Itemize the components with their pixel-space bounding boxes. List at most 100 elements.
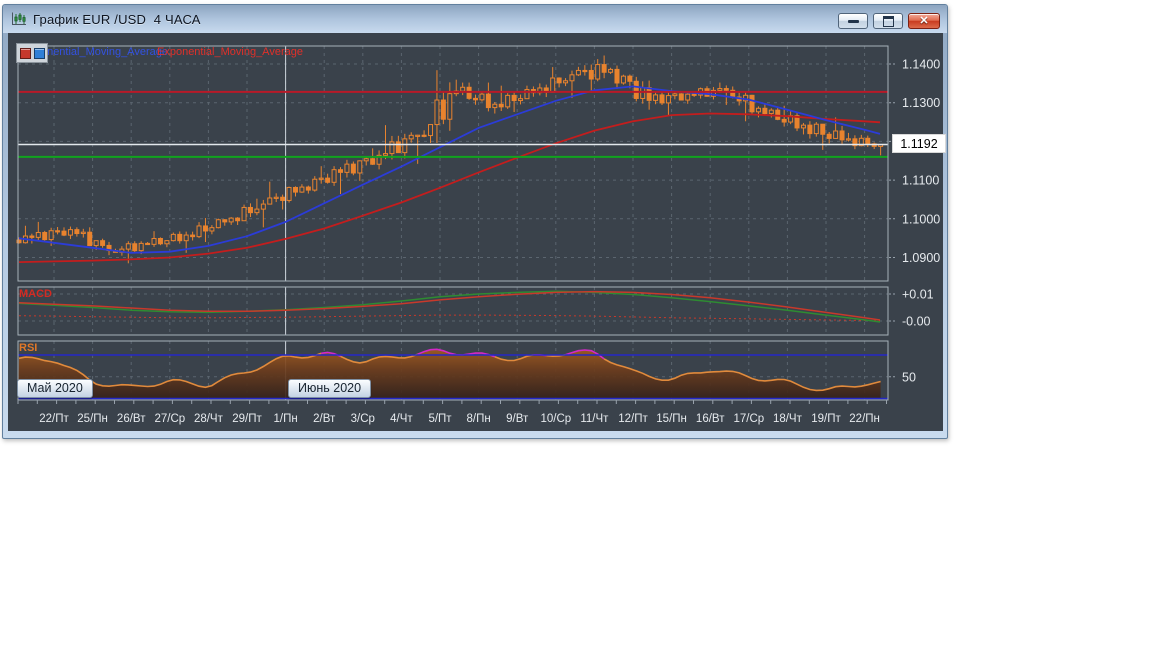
candle-body — [415, 134, 421, 137]
candle-body — [755, 107, 761, 113]
chart-window: График EUR /USD 4 ЧАСА ✕ 1.1400 1.1300 1.1… — [2, 4, 948, 439]
x-axis-label: 5/Пт — [428, 413, 452, 425]
candle-body — [164, 240, 170, 245]
chart-canvas[interactable]: 1.1400 1.1300 1.1100 1.1000 1.0900 +0.01 -0.00… — [8, 33, 943, 431]
x-axis-label: 25/Пн — [77, 413, 108, 425]
candle-body — [672, 93, 678, 97]
candle-body — [344, 163, 350, 173]
candle-body — [247, 206, 253, 214]
candle-body — [87, 231, 93, 247]
month-button-may[interactable]: Май 2020 — [17, 379, 93, 398]
candle-body — [473, 97, 479, 101]
title-bar[interactable]: График EUR /USD 4 ЧАСА ✕ — [3, 5, 947, 33]
price-axis-label: 1.1300 — [902, 96, 940, 110]
macd-green-line — [18, 290, 881, 323]
candle-body — [839, 130, 845, 141]
x-axis-label: 27/Ср — [154, 413, 185, 425]
candle-body — [138, 242, 144, 252]
candle-body — [460, 86, 466, 92]
candle-body — [202, 225, 208, 232]
macd-dashed-line — [18, 314, 881, 322]
candle-body — [556, 77, 562, 84]
month-button-june[interactable]: Июнь 2020 — [288, 379, 372, 398]
candle-body — [125, 243, 131, 250]
window-title: График EUR /USD 4 ЧАСА — [33, 11, 201, 27]
candle-body — [305, 186, 311, 191]
price-axis-label: 1.0900 — [902, 251, 940, 265]
candle-body — [67, 229, 73, 236]
candle-body — [145, 242, 151, 246]
candle-body — [215, 219, 221, 229]
candle-body — [479, 93, 485, 101]
candle-body — [357, 160, 363, 174]
candle-body — [235, 217, 241, 222]
candle-body — [550, 77, 556, 93]
candle-body — [29, 235, 35, 238]
candle-body — [678, 93, 684, 101]
close-button[interactable]: ✕ — [908, 13, 940, 29]
x-axis-label: 3/Ср — [351, 413, 375, 425]
candle-body — [370, 158, 376, 165]
candle-body — [273, 196, 279, 199]
candle-body — [813, 123, 819, 135]
candle-body — [653, 94, 659, 101]
candle-body — [292, 186, 298, 193]
candle-body — [389, 141, 395, 155]
candle-body — [100, 240, 106, 246]
candle-body — [685, 93, 691, 101]
candle-body — [781, 118, 787, 123]
legend-color-box — [16, 43, 48, 63]
x-axis-label: 26/Вт — [117, 413, 146, 425]
candle-body — [132, 243, 138, 252]
candle-body — [691, 93, 697, 96]
desktop: { "window": { "title": "График EUR /USD … — [0, 0, 1152, 648]
macd-axis-label: +0.01 — [902, 288, 934, 302]
maximize-icon — [882, 15, 894, 27]
candle-body — [800, 124, 806, 129]
candle-body — [35, 232, 41, 238]
candle-body — [350, 163, 356, 174]
candle-body — [331, 169, 337, 183]
chart-client-area: 1.1400 1.1300 1.1100 1.1000 1.0900 +0.01 -0.00… — [8, 33, 946, 431]
x-axis-label: 18/Чт — [773, 413, 803, 425]
candle-body — [280, 196, 286, 201]
candle-body — [428, 124, 434, 137]
candle-body — [595, 64, 601, 80]
candle-body — [196, 225, 202, 238]
candle-body — [749, 94, 755, 113]
candle-body — [434, 99, 440, 126]
candle-body — [228, 217, 234, 223]
macd-axis-label: -0.00 — [902, 315, 931, 329]
candle-body — [569, 74, 575, 82]
x-axis-label: 16/Вт — [696, 413, 725, 425]
maximize-button[interactable] — [873, 13, 903, 29]
rsi-area-fill — [18, 349, 881, 399]
candle-body — [177, 233, 183, 242]
candle-body — [582, 69, 588, 73]
candle-body — [826, 133, 832, 139]
candle-body — [865, 137, 871, 145]
candle-body — [241, 206, 247, 222]
candle-body — [601, 64, 607, 73]
candle-body — [665, 95, 671, 104]
legend-ema2-label: Exponential_Moving_Average — [157, 46, 303, 58]
candle-body — [170, 233, 176, 242]
candle-body — [42, 232, 48, 241]
x-axis-label: 22/Пн — [849, 413, 880, 425]
x-axis-label: 29/Пт — [232, 413, 262, 425]
candle-body — [505, 94, 511, 108]
x-axis-label: 22/Пт — [39, 413, 69, 425]
candle-body — [286, 186, 292, 201]
x-axis-label: 2/Вт — [313, 413, 336, 425]
candle-body — [845, 138, 851, 141]
candle-body — [55, 230, 61, 233]
candle-body — [588, 69, 594, 80]
minimize-button[interactable] — [838, 13, 868, 29]
candle-body — [762, 107, 768, 115]
legend-red-swatch — [19, 47, 31, 59]
candle-body — [768, 109, 774, 115]
candle-body — [209, 227, 215, 232]
candle-body — [402, 138, 408, 154]
candle-body — [485, 93, 491, 109]
x-axis-label: 9/Вт — [506, 413, 529, 425]
